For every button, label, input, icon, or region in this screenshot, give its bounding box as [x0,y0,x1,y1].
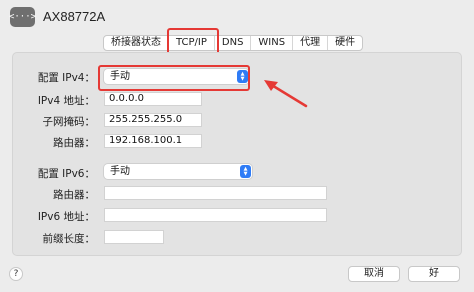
configure-ipv6-label: 配置 IPv6： [37,168,95,180]
tab-dns[interactable]: DNS [215,36,252,50]
ipv4-address-field[interactable]: 0.0.0.0 [104,92,202,106]
help-button[interactable]: ? [9,267,23,281]
ipv4-highlight-box [98,65,250,91]
subnet-mask-label: 子网掩码： [42,116,96,128]
ipv4-router-label: 路由器： [53,137,95,149]
select-stepper-icon: ▲ ▼ [240,165,251,178]
tab-proxy[interactable]: 代理 [293,36,329,50]
configure-ipv6-value: 手动 [110,166,130,177]
ok-button[interactable]: 好 [408,266,460,282]
device-title: AX88772A [43,9,106,24]
prefix-length-field[interactable] [104,230,164,244]
configure-ipv6-select[interactable]: 手动 ▲ ▼ [104,164,252,179]
red-arrow-icon [264,80,308,108]
ipv6-router-field[interactable] [104,186,327,200]
tab-hardware[interactable]: 硬件 [328,36,362,50]
tab-bridge-status[interactable]: 桥接器状态 [104,36,169,50]
ipv6-address-label: IPv6 地址： [37,211,95,223]
configure-ipv4-label: 配置 IPv4： [37,72,95,84]
ipv4-address-label: IPv4 地址： [37,95,95,107]
tab-bar: 桥接器状态 TCP/IP DNS WINS 代理 硬件 [103,35,364,51]
cancel-button[interactable]: 取消 [348,266,400,282]
network-adapter-icon: <···> [8,7,37,27]
prefix-length-label: 前缀长度： [42,233,96,245]
ipv6-router-label: 路由器： [53,189,95,201]
ipv6-address-field[interactable] [104,208,327,222]
subnet-mask-field[interactable]: 255.255.255.0 [104,113,202,127]
ipv4-router-field[interactable]: 192.168.100.1 [104,134,202,148]
ellipsis-icon: <···> [8,11,37,22]
tab-wins[interactable]: WINS [251,36,294,50]
